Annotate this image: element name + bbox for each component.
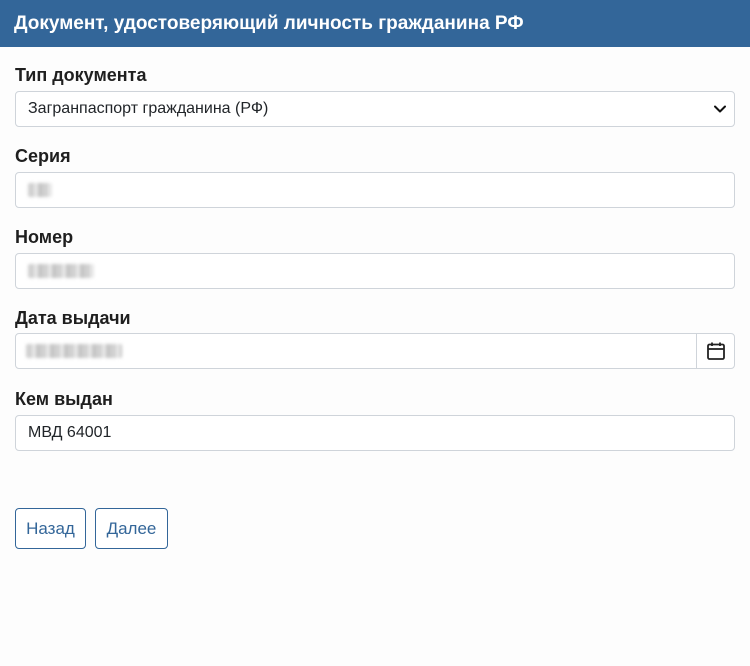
page-header: Документ, удостоверяющий личность гражда… — [0, 0, 750, 47]
series-value-redacted — [28, 183, 52, 197]
calendar-button[interactable] — [696, 334, 734, 368]
series-label: Серия — [15, 146, 71, 166]
doc-type-value: Загранпаспорт гражданина (РФ) — [28, 100, 269, 117]
series-input[interactable] — [15, 172, 735, 208]
back-button[interactable]: Назад — [15, 508, 86, 549]
page-title: Документ, удостоверяющий личность гражда… — [14, 12, 524, 34]
next-button[interactable]: Далее — [95, 508, 168, 549]
issued-by-value: МВД 64001 — [28, 424, 112, 441]
number-input[interactable] — [15, 253, 735, 289]
number-label: Номер — [15, 227, 74, 247]
issued-by-input[interactable]: МВД 64001 — [15, 415, 735, 451]
issue-date-value-redacted — [26, 344, 122, 358]
issue-date-input[interactable] — [15, 333, 735, 369]
issue-date-label: Дата выдачи — [15, 308, 131, 328]
doc-type-label: Тип документа — [15, 65, 147, 85]
issued-by-label: Кем выдан — [15, 389, 113, 409]
doc-type-select[interactable]: Загранпаспорт гражданина (РФ) — [15, 91, 735, 127]
chevron-down-icon — [708, 91, 732, 127]
calendar-icon — [706, 342, 725, 360]
number-value-redacted — [28, 264, 94, 278]
